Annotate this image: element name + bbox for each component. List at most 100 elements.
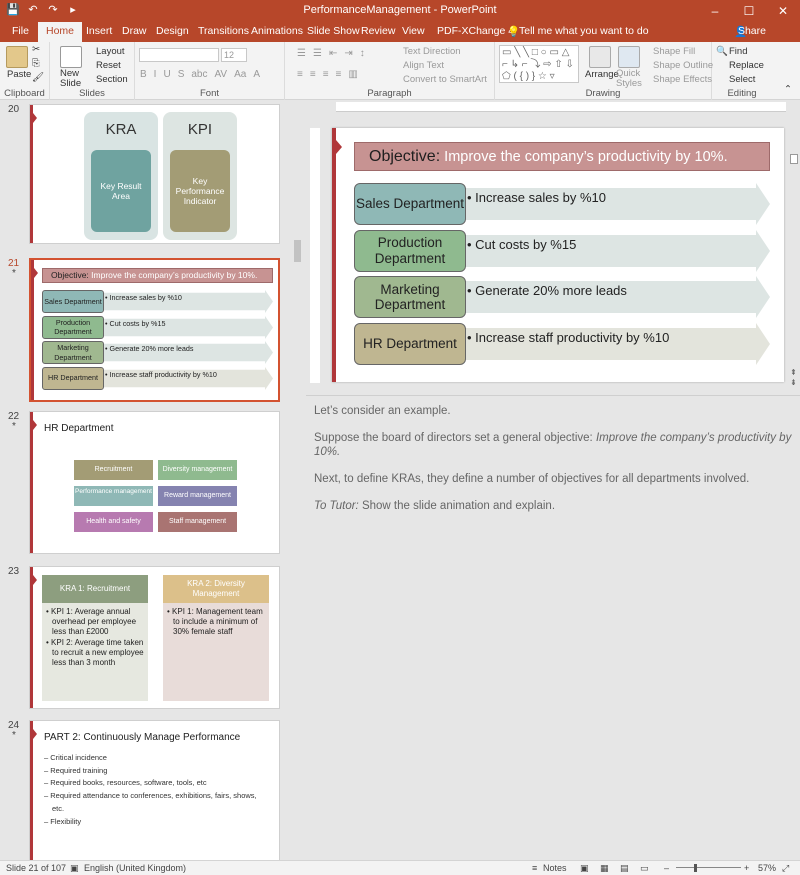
- next-slide-icon[interactable]: ⇟: [790, 378, 797, 387]
- align-right-icon[interactable]: ≡: [323, 69, 329, 80]
- spacing-button[interactable]: AV: [214, 69, 227, 80]
- slide-number: 20: [8, 104, 20, 115]
- align-center-icon[interactable]: ≡: [310, 69, 316, 80]
- zoom-slider[interactable]: [676, 867, 741, 868]
- tab-draw[interactable]: Draw: [122, 25, 147, 37]
- kra-text: Key Result Area: [91, 150, 151, 232]
- replace-button[interactable]: Replace: [729, 60, 764, 71]
- find-button[interactable]: Find: [729, 46, 747, 57]
- language-status[interactable]: English (United Kingdom): [84, 863, 186, 873]
- thumbnail-scrollbar[interactable]: [293, 100, 302, 860]
- shapes-gallery[interactable]: ▭ ╲ ╲ □ ○ ▭ △ ⌐ ↳ ⌐ ⤵ ⇨ ⇧ ⇩ ⬠ ( { ) } ☆ ▿: [499, 45, 579, 83]
- columns-icon[interactable]: ▥: [348, 69, 357, 80]
- thumb-title-rest: Improve the company’s productivity by 10…: [88, 270, 258, 280]
- arrange-icon[interactable]: [589, 46, 611, 68]
- tab-home[interactable]: Home: [38, 22, 83, 42]
- scrollbar-handle[interactable]: [790, 154, 798, 164]
- strikethrough-button[interactable]: S: [178, 69, 185, 80]
- quick-styles-icon[interactable]: [618, 46, 640, 68]
- select-button[interactable]: Select: [729, 74, 755, 85]
- spellcheck-icon[interactable]: ▣: [70, 863, 79, 874]
- tab-transitions[interactable]: Transitions: [198, 25, 249, 37]
- underline-button[interactable]: U: [163, 69, 170, 80]
- notes-toggle[interactable]: Notes: [543, 863, 567, 873]
- fit-to-window-icon[interactable]: ⤢: [782, 863, 789, 874]
- notes-icon: ≡: [532, 863, 538, 873]
- minimize-button[interactable]: –: [698, 0, 732, 22]
- new-slide-icon[interactable]: [60, 46, 82, 68]
- zoom-slider-handle[interactable]: [694, 864, 697, 872]
- text-direction-button[interactable]: Text Direction: [403, 46, 461, 57]
- case-button[interactable]: Aa: [234, 69, 246, 80]
- section-button[interactable]: Section: [96, 74, 128, 85]
- objective-title[interactable]: Objective: Improve the company’s product…: [354, 142, 770, 171]
- reading-view-icon[interactable]: ▤: [620, 863, 629, 874]
- format-painter-icon[interactable]: 🖌: [32, 72, 44, 83]
- italic-button[interactable]: I: [154, 69, 157, 80]
- kra1-header: KRA 1: Recruitment: [42, 575, 148, 603]
- close-button[interactable]: ✕: [766, 0, 800, 22]
- font-size-combo[interactable]: 12: [221, 48, 247, 62]
- new-slide-button[interactable]: New Slide: [60, 69, 90, 89]
- align-left-icon[interactable]: ≡: [297, 69, 303, 80]
- horizontal-ruler: [336, 102, 786, 112]
- tab-design[interactable]: Design: [156, 25, 189, 37]
- tab-view[interactable]: View: [402, 25, 425, 37]
- paste-button[interactable]: Paste: [7, 69, 31, 80]
- list-buttons: ☰ ☰ ⇤ ⇥ ↕: [297, 48, 365, 59]
- slide-thumbnail-24[interactable]: PART 2: Continuously Manage Performance …: [29, 720, 280, 860]
- font-name-combo[interactable]: [139, 48, 219, 62]
- convert-smartart-button[interactable]: Convert to SmartArt: [403, 74, 487, 85]
- current-slide[interactable]: Objective: Improve the company’s product…: [332, 128, 784, 382]
- justify-icon[interactable]: ≡: [336, 69, 342, 80]
- cut-icon[interactable]: ✂: [32, 44, 40, 55]
- font-color-button[interactable]: A: [253, 69, 260, 80]
- notes-pane[interactable]: Let’s consider an example. Suppose the b…: [306, 395, 800, 860]
- normal-view-icon[interactable]: ▣: [580, 863, 589, 874]
- slide-sorter-icon[interactable]: ▦: [600, 863, 609, 874]
- quick-styles-button[interactable]: Quick Styles: [616, 69, 642, 89]
- zoom-in-icon[interactable]: +: [744, 863, 749, 873]
- arrange-button[interactable]: Arrange: [585, 69, 619, 80]
- bullets-icon[interactable]: ☰: [297, 48, 306, 59]
- tab-pdf-xchange[interactable]: PDF-XChange 4: [437, 25, 514, 37]
- shadow-button[interactable]: abc: [191, 69, 207, 80]
- tab-review[interactable]: Review: [361, 25, 395, 37]
- slide-thumbnail-22[interactable]: HR Department Recruitment Diversity mana…: [29, 411, 280, 554]
- increase-indent-icon[interactable]: ⇥: [344, 48, 352, 59]
- bold-button[interactable]: B: [140, 69, 147, 80]
- tab-file[interactable]: File: [12, 25, 29, 37]
- slide-thumbnail-21[interactable]: Objective: Improve the company’s product…: [29, 258, 280, 402]
- department-row: HR Department • Increase staff productivi…: [354, 322, 770, 365]
- decrease-indent-icon[interactable]: ⇤: [329, 48, 337, 59]
- prev-slide-icon[interactable]: ⇞: [790, 368, 797, 377]
- title-bar: 💾 ↶ ↷ ▸ PerformanceManagement - PowerPoi…: [0, 0, 800, 22]
- align-buttons: ≡ ≡ ≡ ≡ ▥: [297, 69, 358, 80]
- zoom-level[interactable]: 57%: [758, 863, 776, 873]
- layout-button[interactable]: Layout: [96, 46, 125, 57]
- line-spacing-icon[interactable]: ↕: [360, 48, 365, 59]
- shape-outline-button[interactable]: Shape Outline: [653, 60, 713, 71]
- reset-button[interactable]: Reset: [96, 60, 121, 71]
- align-text-button[interactable]: Align Text: [403, 60, 444, 71]
- shape-effects-button[interactable]: Shape Effects: [653, 74, 712, 85]
- slide-vertical-scrollbar[interactable]: ⇞ ⇟: [788, 100, 800, 392]
- tab-animations[interactable]: Animations: [251, 25, 303, 37]
- share-button[interactable]: Share: [738, 25, 766, 37]
- tab-slide-show[interactable]: Slide Show: [307, 25, 360, 37]
- numbering-icon[interactable]: ☰: [313, 48, 322, 59]
- slideshow-view-icon[interactable]: ▭: [640, 863, 649, 874]
- tell-me-search[interactable]: Tell me what you want to do: [519, 25, 649, 37]
- slide-thumbnail-23[interactable]: KRA 1: Recruitment • KPI 1: Average annu…: [29, 566, 280, 709]
- zoom-out-icon[interactable]: –: [664, 863, 669, 873]
- paragraph-group: ☰ ☰ ⇤ ⇥ ↕ ≡ ≡ ≡ ≡ ▥ Text Direction Align…: [285, 42, 495, 100]
- collapse-ribbon-icon[interactable]: ⌃: [784, 84, 792, 95]
- paste-icon[interactable]: [6, 46, 28, 68]
- shape-fill-button[interactable]: Shape Fill: [653, 46, 695, 57]
- copy-icon[interactable]: ⎘: [32, 58, 40, 69]
- maximize-button[interactable]: ☐: [732, 0, 766, 22]
- goal-text: • Generate 20% more leads: [467, 283, 627, 298]
- scrollbar-handle[interactable]: [294, 240, 301, 262]
- tab-insert[interactable]: Insert: [86, 25, 112, 37]
- slide-thumbnail-20[interactable]: KRA Key Result Area KPI Key Performance …: [29, 104, 280, 244]
